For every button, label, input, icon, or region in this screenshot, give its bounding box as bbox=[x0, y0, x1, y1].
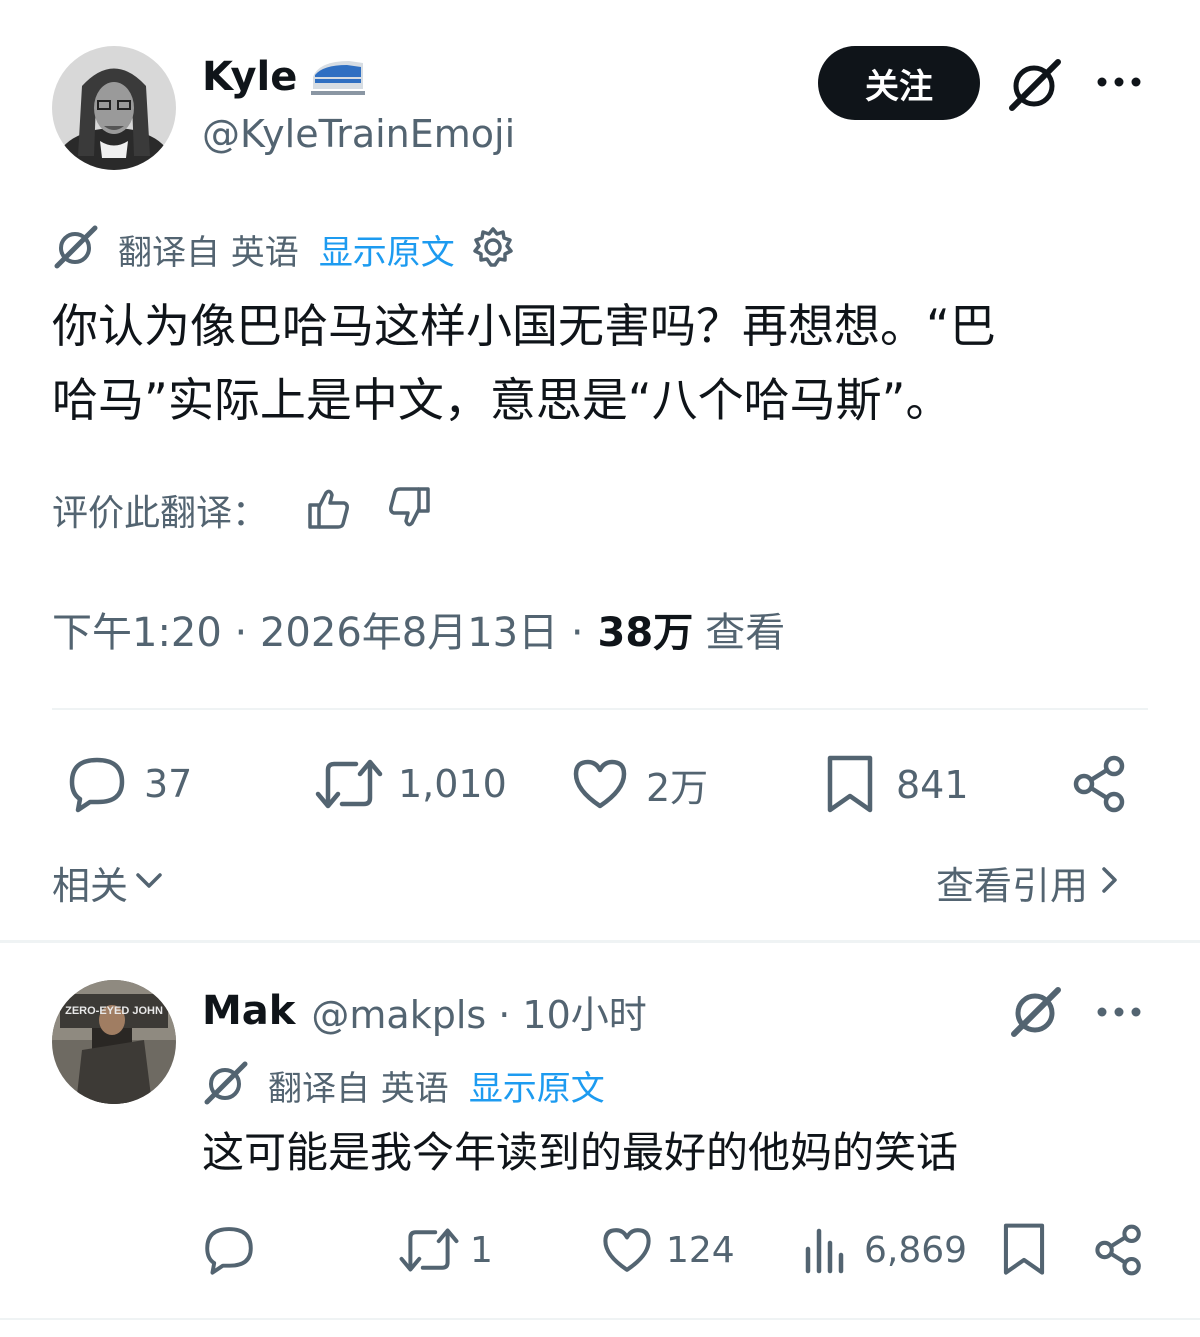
follow-button[interactable]: 关注 bbox=[818, 46, 980, 120]
chevron-right-icon bbox=[1096, 863, 1122, 901]
reply-views-count: 6,869 bbox=[864, 1229, 968, 1271]
grok-icon[interactable] bbox=[1006, 56, 1064, 118]
grok-icon[interactable] bbox=[1008, 984, 1064, 1044]
translated-from-label: 翻译自 英语 bbox=[118, 232, 299, 273]
author-avatar[interactable] bbox=[52, 46, 176, 170]
more-icon[interactable] bbox=[1096, 1002, 1142, 1026]
reply-meta[interactable]: @makpls · 10小时 bbox=[311, 984, 646, 1039]
reply-icon bbox=[69, 757, 125, 813]
view-quotes-label: 查看引用 bbox=[936, 863, 1089, 908]
grok-icon bbox=[52, 223, 100, 275]
thumbs-down-icon[interactable] bbox=[386, 485, 432, 535]
tweet-text-line-2: 哈马”实际上是中文，意思是“八个哈马斯”。 bbox=[52, 373, 952, 427]
like-icon bbox=[573, 759, 627, 809]
reply-like-count: 124 bbox=[666, 1229, 735, 1271]
reply-translated-from-label: 翻译自 英语 bbox=[268, 1068, 449, 1109]
reply-show-original-link[interactable]: 显示原文 bbox=[469, 1061, 605, 1110]
divider bbox=[52, 708, 1148, 710]
share-icon bbox=[1095, 1224, 1141, 1276]
thumbs-up-icon[interactable] bbox=[306, 485, 352, 535]
like-button[interactable]: 2万 bbox=[570, 754, 708, 814]
view-quotes-link[interactable]: 查看引用 bbox=[936, 856, 1122, 908]
author-handle[interactable]: @KyleTrainEmoji bbox=[202, 112, 515, 156]
reply-author-name[interactable]: Mak bbox=[202, 988, 295, 1034]
reply-author-avatar[interactable]: ZERO-EYED JOHN bbox=[52, 980, 176, 1104]
reply-text: 这可能是我今年读到的最好的他妈的笑话 bbox=[202, 1128, 959, 1177]
related-label: 相关 bbox=[52, 863, 129, 908]
train-emoji-icon bbox=[309, 53, 367, 101]
related-toggle[interactable]: 相关 bbox=[52, 856, 166, 908]
reply-share-button[interactable] bbox=[1092, 1222, 1146, 1278]
bookmark-icon bbox=[827, 755, 873, 813]
reply-button[interactable]: 37 bbox=[66, 754, 192, 814]
retweet-icon bbox=[399, 1228, 459, 1272]
chevron-down-icon bbox=[132, 863, 166, 901]
svg-text:ZERO-EYED JOHN: ZERO-EYED JOHN bbox=[65, 1005, 163, 1017]
bookmark-count: 841 bbox=[896, 763, 969, 807]
reply-retweet-count: 1 bbox=[470, 1229, 493, 1271]
retweet-button[interactable]: 1,010 bbox=[314, 754, 507, 814]
author-name[interactable]: Kyle bbox=[202, 54, 297, 100]
show-original-link[interactable]: 显示原文 bbox=[319, 225, 455, 274]
like-icon bbox=[603, 1228, 651, 1272]
retweet-count: 1,010 bbox=[398, 762, 507, 806]
share-icon bbox=[1073, 755, 1125, 813]
reply-reply-button[interactable] bbox=[202, 1222, 268, 1278]
views-icon bbox=[805, 1228, 844, 1274]
more-icon[interactable] bbox=[1096, 72, 1142, 96]
settings-icon[interactable] bbox=[471, 225, 515, 273]
views-count: 38万 bbox=[597, 610, 694, 656]
reply-bookmark-button[interactable] bbox=[1000, 1222, 1048, 1278]
reply-count: 37 bbox=[144, 762, 193, 806]
reply-retweet-button[interactable]: 1 bbox=[398, 1222, 493, 1278]
follow-button-label: 关注 bbox=[865, 66, 933, 107]
bookmark-button[interactable]: 841 bbox=[824, 754, 969, 816]
reply-icon bbox=[205, 1227, 253, 1275]
tweet-timestamp[interactable]: 下午1:20 · 2026年8月13日 · bbox=[52, 600, 584, 658]
rate-translation-label: 评价此翻译： bbox=[52, 493, 269, 534]
grok-icon bbox=[202, 1059, 250, 1111]
tweet-text-line-1: 你认为像巴哈马这样小国无害吗？再想想。“巴 bbox=[52, 299, 996, 353]
share-button[interactable] bbox=[1070, 754, 1130, 814]
bottom-divider bbox=[0, 1318, 1200, 1320]
section-divider bbox=[0, 940, 1200, 943]
reply-like-button[interactable]: 124 bbox=[600, 1222, 735, 1278]
views-label: 查看 bbox=[705, 610, 786, 656]
retweet-icon bbox=[315, 759, 383, 809]
bookmark-icon bbox=[1003, 1223, 1045, 1275]
like-count: 2万 bbox=[646, 765, 709, 810]
reply-views-button[interactable]: 6,869 bbox=[800, 1222, 967, 1278]
